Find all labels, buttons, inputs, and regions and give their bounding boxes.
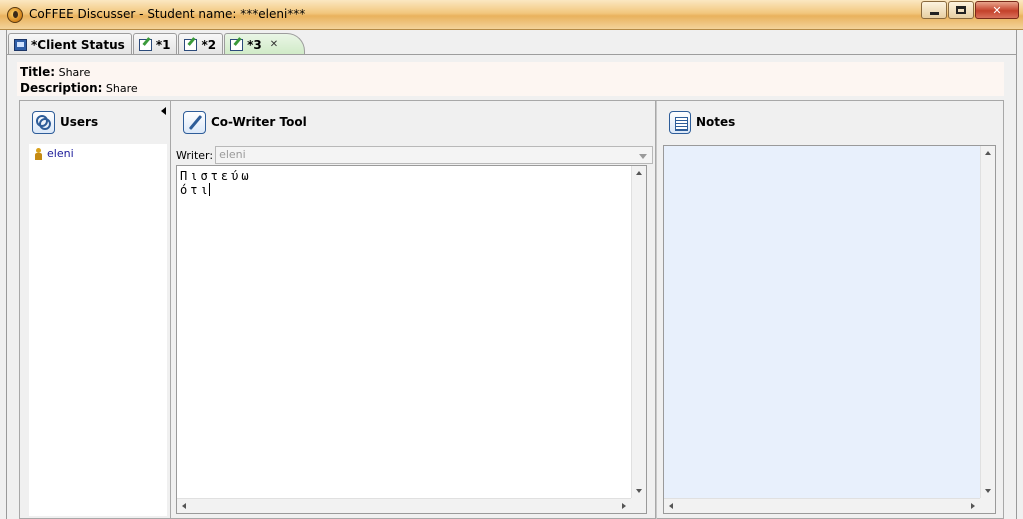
tab-label: *3	[247, 37, 262, 52]
horizontal-scrollbar[interactable]	[177, 498, 631, 513]
vertical-scrollbar[interactable]	[631, 166, 646, 498]
window-controls: ✕	[920, 1, 1019, 19]
scroll-up-icon[interactable]	[636, 171, 642, 175]
pencil-icon	[183, 110, 206, 134]
window-title-bar[interactable]: CoFFEE Discusser - Student name: ***elen…	[0, 0, 1023, 30]
edit-session-icon	[230, 38, 244, 51]
notes-panel-header: Notes	[657, 101, 1005, 143]
close-icon: ✕	[992, 3, 1002, 17]
users-list[interactable]: eleni	[29, 144, 167, 516]
user-name: eleni	[47, 147, 74, 160]
cowriter-panel-header: Co-Writer Tool	[171, 101, 655, 143]
window-title: CoFFEE Discusser - Student name: ***elen…	[29, 7, 306, 21]
collapse-panel-icon[interactable]	[161, 107, 166, 115]
title-label: Title:	[20, 65, 56, 79]
writer-row: Writer: eleni	[176, 146, 654, 164]
scroll-up-icon[interactable]	[985, 151, 991, 155]
users-panel: Users eleni	[20, 101, 171, 519]
tab-close-icon[interactable]: ✕	[270, 39, 278, 50]
scroll-left-icon[interactable]	[669, 503, 673, 509]
scroll-right-icon[interactable]	[971, 503, 975, 509]
notes-panel: Notes	[656, 101, 1005, 519]
description-label: Description:	[20, 81, 103, 95]
session-tab-bar: *Client Status *1 *2 *3 ✕	[8, 31, 306, 55]
title-row: Title: Share	[20, 64, 1001, 80]
tab-session-1[interactable]: *1	[132, 33, 178, 55]
maximize-icon	[956, 6, 966, 14]
notepad-icon	[669, 110, 691, 134]
tab-session-2[interactable]: *2	[178, 33, 224, 55]
tool-panels: Users eleni Co-Writer Tool Writer: eleni…	[19, 100, 1004, 519]
minimize-button[interactable]	[921, 1, 947, 19]
users-heading: Users	[60, 115, 99, 129]
description-row: Description: Share	[20, 80, 1001, 96]
horizontal-scrollbar[interactable]	[664, 498, 980, 513]
tab-client-status[interactable]: *Client Status	[8, 33, 132, 55]
vertical-scrollbar[interactable]	[980, 146, 995, 498]
text-caret	[208, 183, 210, 196]
tab-label: *2	[201, 37, 217, 52]
scroll-down-icon[interactable]	[985, 489, 991, 493]
edit-session-icon	[138, 38, 152, 51]
writer-select[interactable]: eleni	[215, 146, 654, 164]
cowriter-text-area[interactable]: Πιστεύω ότι	[176, 165, 647, 514]
cowriter-panel: Co-Writer Tool Writer: eleni Πιστεύω ότι	[171, 101, 656, 519]
edit-session-icon	[184, 38, 198, 51]
scroll-left-icon[interactable]	[182, 503, 186, 509]
maximize-button[interactable]	[948, 1, 974, 19]
session-info: Title: Share Description: Share	[17, 62, 1004, 96]
tab-divider	[6, 54, 1017, 55]
user-icon	[35, 147, 42, 160]
scroll-right-icon[interactable]	[622, 503, 626, 509]
close-window-button[interactable]: ✕	[975, 1, 1019, 19]
monitor-icon	[14, 38, 27, 51]
writer-value: eleni	[219, 148, 246, 161]
minimize-icon	[929, 11, 939, 15]
users-icon	[32, 110, 55, 134]
editor-content: Πιστεύω ότι	[180, 169, 252, 197]
list-item[interactable]: eleni	[29, 144, 167, 163]
tab-label: *Client Status	[31, 37, 125, 52]
users-panel-header: Users	[20, 101, 170, 143]
scroll-corner	[980, 498, 995, 513]
scroll-corner	[631, 498, 646, 513]
scroll-down-icon[interactable]	[636, 489, 642, 493]
editor-text: Πιστεύω ότι	[180, 169, 291, 197]
coffee-app-icon	[7, 7, 23, 23]
notes-text-area[interactable]	[663, 145, 996, 514]
title-value: Share	[58, 66, 91, 79]
description-value: Share	[105, 82, 138, 95]
tab-session-3[interactable]: *3 ✕	[224, 33, 306, 55]
cowriter-heading: Co-Writer Tool	[211, 115, 307, 129]
tab-label: *1	[155, 37, 171, 52]
notes-heading: Notes	[696, 115, 736, 129]
writer-label: Writer:	[176, 148, 214, 162]
